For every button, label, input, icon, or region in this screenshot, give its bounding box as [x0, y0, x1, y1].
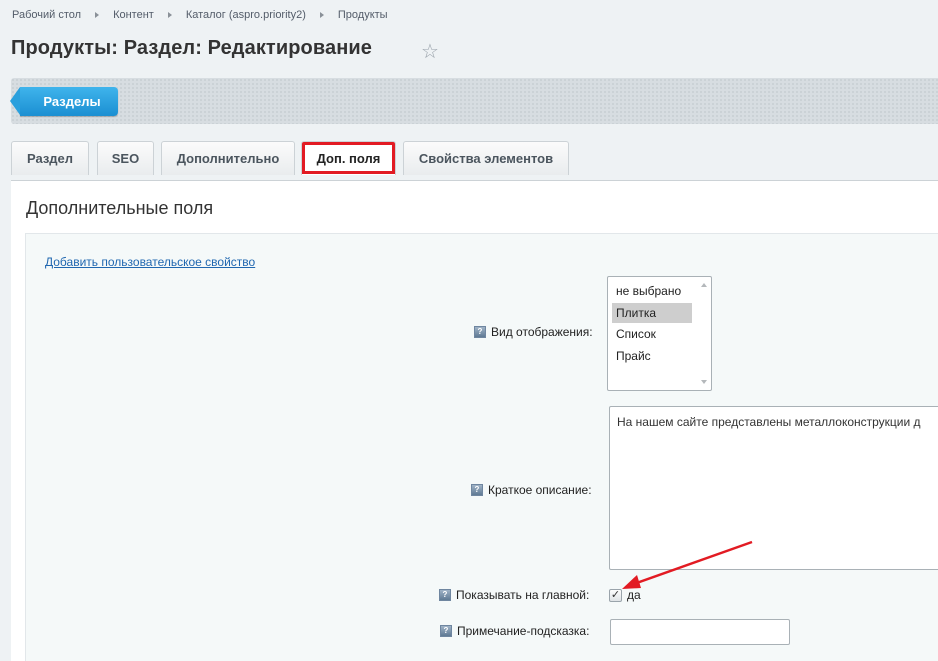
star-icon[interactable]: ☆: [421, 39, 439, 64]
short-description-label-row: ? Краткое описание:: [471, 483, 592, 497]
view-mode-option[interactable]: Прайс: [612, 346, 692, 366]
help-icon[interactable]: ?: [471, 484, 483, 496]
hint-note-label: Примечание-подсказка:: [457, 624, 590, 638]
show-on-main-label: Показывать на главной:: [456, 588, 590, 602]
view-mode-label-row: ? Вид отображения:: [474, 325, 593, 339]
section-title: Дополнительные поля: [26, 198, 214, 218]
hint-note-label-row: ? Примечание-подсказка:: [440, 624, 589, 638]
view-mode-option-selected[interactable]: Плитка: [612, 303, 692, 323]
view-mode-option[interactable]: не выбрано: [612, 281, 692, 301]
toolbar: [11, 78, 938, 124]
breadcrumb-separator-icon: [95, 12, 100, 18]
breadcrumb-item-products[interactable]: Продукты: [338, 9, 388, 21]
help-icon[interactable]: ?: [440, 625, 452, 637]
tab-extra-fields[interactable]: Доп. поля: [301, 141, 396, 175]
annotation-arrow-icon: [622, 540, 753, 589]
scroll-up-icon[interactable]: [701, 283, 707, 287]
add-custom-property-link[interactable]: Добавить пользовательское свойство: [45, 255, 255, 269]
tab-additional[interactable]: Дополнительно: [161, 141, 295, 175]
breadcrumb-separator-icon: [319, 12, 324, 18]
tab-section[interactable]: Раздел: [11, 141, 89, 175]
listbox-scrollbar[interactable]: [697, 277, 711, 390]
tab-element-properties[interactable]: Свойства элементов: [403, 141, 569, 175]
hint-note-input[interactable]: [610, 619, 790, 645]
short-description-label: Краткое описание:: [488, 483, 592, 497]
help-icon[interactable]: ?: [439, 589, 451, 601]
breadcrumb-item-content[interactable]: Контент: [113, 9, 154, 21]
view-mode-option[interactable]: Список: [612, 324, 692, 344]
view-mode-label: Вид отображения:: [491, 325, 593, 339]
breadcrumb: Рабочий стол Контент Каталог (aspro.prio…: [12, 9, 388, 21]
help-icon[interactable]: ?: [474, 326, 486, 338]
breadcrumb-item-desktop[interactable]: Рабочий стол: [12, 9, 81, 21]
breadcrumb-separator-icon: [167, 12, 172, 18]
breadcrumb-item-catalog[interactable]: Каталог (aspro.priority2): [186, 9, 306, 21]
show-on-main-label-row: ? Показывать на главной:: [439, 588, 589, 602]
tab-seo[interactable]: SEO: [97, 141, 154, 175]
view-mode-listbox[interactable]: не выбрано Плитка Список Прайс: [607, 276, 712, 391]
page-title: Продукты: Раздел: Редактирование: [11, 37, 373, 59]
scroll-down-icon[interactable]: [701, 380, 707, 384]
sections-button[interactable]: Разделы: [10, 87, 118, 116]
